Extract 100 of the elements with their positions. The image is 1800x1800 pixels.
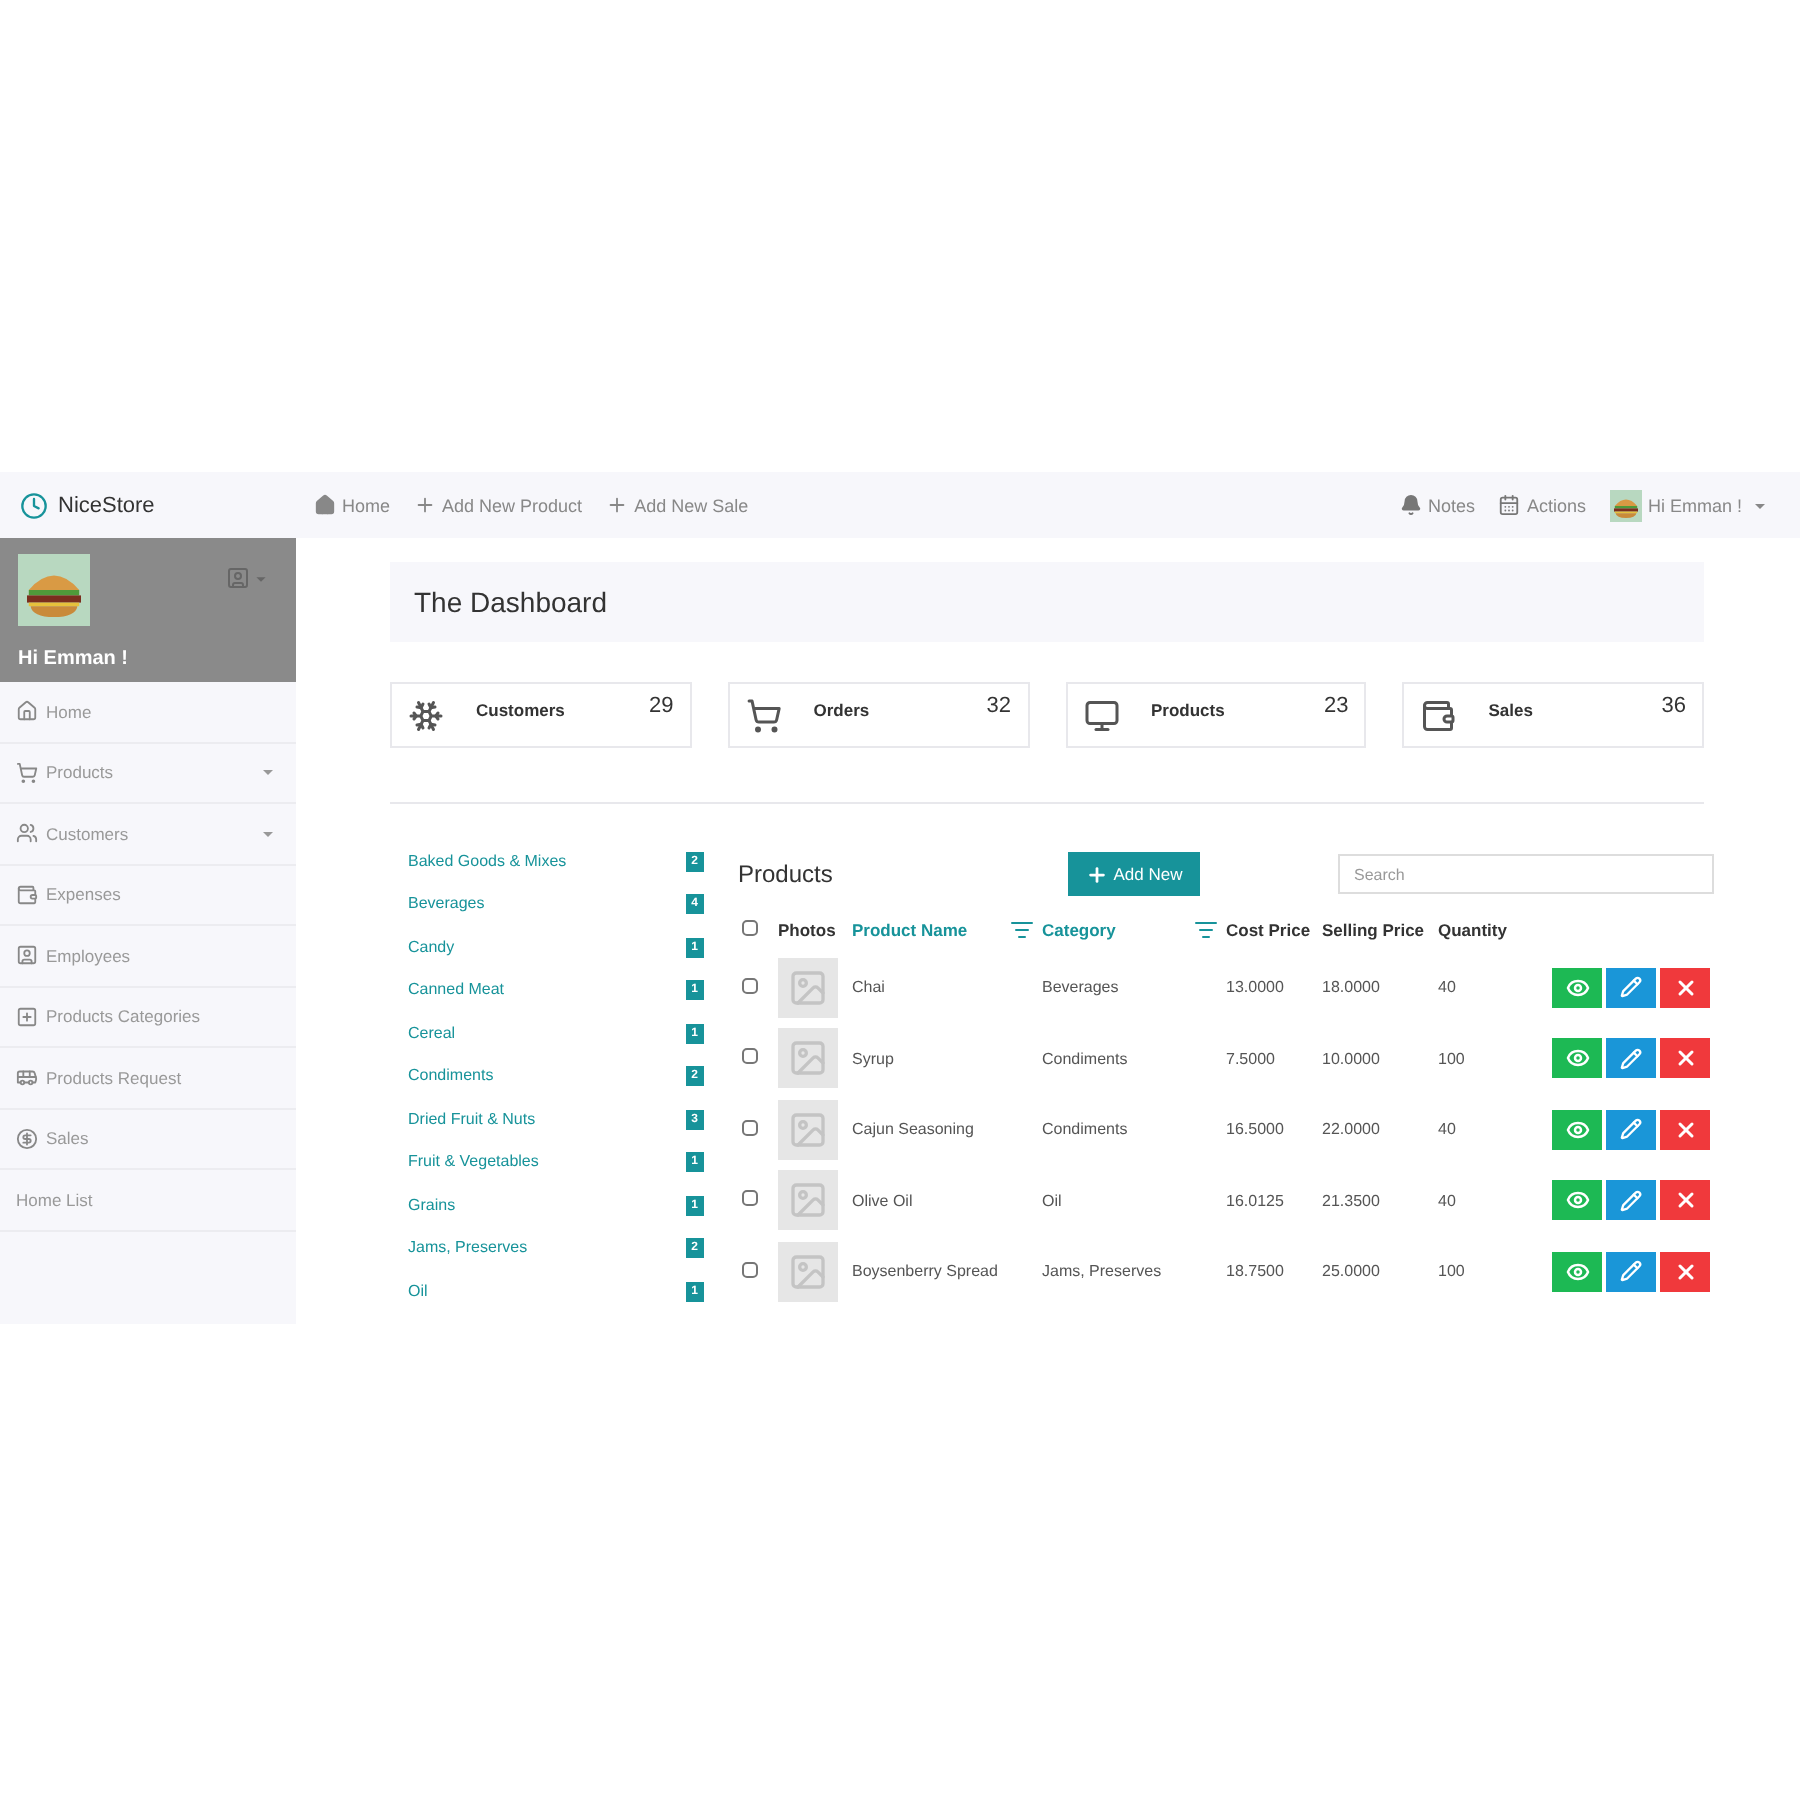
view-button[interactable] [1552, 1251, 1602, 1292]
pencil-icon [1620, 1047, 1642, 1070]
category-link[interactable]: Condiments [408, 1066, 494, 1085]
checkbox[interactable] [742, 977, 758, 994]
view-button[interactable] [1552, 1109, 1602, 1150]
sidebar-item[interactable]: Customers [0, 804, 296, 865]
sidebar-item[interactable]: Expenses [0, 865, 296, 926]
category-link[interactable]: Canned Meat [408, 980, 505, 999]
sidebar-item[interactable]: Sales [0, 1109, 296, 1170]
delete-button[interactable] [1660, 1109, 1710, 1150]
sidebar-item[interactable]: Products [0, 743, 296, 804]
edit-button[interactable] [1606, 1251, 1656, 1292]
calendar-icon [1498, 494, 1521, 516]
table-cell: Condiments [1042, 1120, 1128, 1139]
column-header[interactable]: Product Name [852, 920, 968, 940]
table-cell: Beverages [1042, 978, 1119, 997]
sidebar-item[interactable]: Employees [0, 926, 296, 987]
clock-icon [20, 491, 48, 519]
edit-button[interactable] [1606, 1038, 1656, 1079]
category-link[interactable]: Cereal [408, 1023, 456, 1042]
sidebar-item[interactable]: Products Categories [0, 987, 296, 1048]
top-nav-link[interactable]: Notes [1399, 494, 1475, 516]
edit-button[interactable] [1606, 967, 1656, 1008]
column-header: Photos [778, 920, 836, 940]
table-cell: 10.0000 [1322, 1049, 1380, 1068]
category-link[interactable]: Fruit & Vegetables [408, 1152, 539, 1171]
top-nav-link[interactable]: Actions [1498, 494, 1586, 516]
close-icon [1673, 1117, 1697, 1142]
home-icon [314, 494, 336, 516]
category-link[interactable]: Dried Fruit & Nuts [408, 1109, 536, 1128]
view-button[interactable] [1552, 1038, 1602, 1079]
sidebar-item[interactable]: Home List [0, 1170, 296, 1231]
table-cell: Cajun Seasoning [852, 1120, 974, 1139]
view-button[interactable] [1552, 967, 1602, 1008]
category-link[interactable]: Beverages [408, 894, 485, 913]
column-header[interactable]: Category [1042, 920, 1116, 940]
table-cell: 100 [1438, 1262, 1465, 1281]
edit-button[interactable] [1606, 1109, 1656, 1150]
add-square-icon [16, 1005, 38, 1028]
top-nav-link[interactable]: Add New Sale [606, 494, 749, 516]
add-new-button[interactable]: Add New [1068, 852, 1200, 896]
cart-icon [745, 698, 782, 734]
delete-button[interactable] [1660, 1251, 1710, 1292]
delete-button[interactable] [1660, 1180, 1710, 1221]
top-nav-link[interactable]: Add New Product [414, 494, 583, 516]
category-link[interactable]: Baked Goods & Mixes [408, 852, 567, 870]
search-field[interactable]: Search [1338, 854, 1714, 894]
category-link[interactable]: Jams, Preserves [408, 1238, 528, 1257]
stat-value: 23 [1324, 694, 1349, 718]
eye-icon [1565, 975, 1589, 1000]
home-icon [16, 700, 38, 723]
table-cell: 25.0000 [1322, 1262, 1380, 1281]
stat-value: 32 [986, 694, 1011, 718]
table-cell: 100 [1438, 1049, 1465, 1068]
user-menu[interactable]: Hi Emman ! [1609, 489, 1772, 521]
table-cell: 22.0000 [1322, 1120, 1380, 1139]
category-link[interactable]: Grains [408, 1195, 456, 1214]
snowflake-icon [408, 698, 444, 734]
section-title: Products [738, 860, 835, 888]
pencil-icon [1620, 1260, 1642, 1283]
bus-icon [16, 1066, 38, 1089]
column-header: Selling Price [1322, 920, 1425, 940]
table-cell: Boysenberry Spread [852, 1262, 998, 1281]
eye-icon [1565, 1259, 1589, 1284]
sidebar-item[interactable]: Home [0, 682, 296, 743]
sort-icon[interactable] [1010, 918, 1034, 942]
table-cell: 13.0000 [1226, 978, 1284, 997]
category-link[interactable]: Candy [408, 937, 455, 956]
table-cell: 18.0000 [1322, 978, 1380, 997]
checkbox[interactable] [742, 1119, 758, 1136]
image-placeholder-icon [778, 1099, 838, 1160]
table-cell: Syrup [852, 1049, 894, 1068]
delete-button[interactable] [1660, 967, 1710, 1008]
delete-button[interactable] [1660, 1038, 1710, 1079]
table-cell: 40 [1438, 1191, 1456, 1210]
image-placeholder-icon [778, 1241, 838, 1302]
close-icon [1673, 1259, 1697, 1284]
sidebar-item[interactable]: Products Request [0, 1048, 296, 1109]
checkbox[interactable] [742, 920, 758, 936]
monitor-icon [1083, 698, 1119, 734]
table-cell: Olive Oil [852, 1191, 913, 1210]
stat-value: 29 [649, 694, 674, 718]
table-cell: 40 [1438, 978, 1456, 997]
page-title: The Dashboard [414, 586, 608, 618]
top-nav-link[interactable]: Home [314, 494, 391, 516]
checkbox[interactable] [742, 1190, 758, 1207]
checkbox[interactable] [742, 1261, 758, 1278]
table-cell: Condiments [1042, 1049, 1128, 1068]
table-cell: 7.5000 [1226, 1049, 1275, 1068]
close-icon [1673, 1046, 1697, 1071]
eye-icon [1565, 1188, 1589, 1213]
edit-button[interactable] [1606, 1180, 1656, 1221]
table-cell: Oil [1042, 1191, 1062, 1210]
category-link[interactable]: Oil [408, 1281, 428, 1300]
checkbox[interactable] [742, 1048, 758, 1065]
wallet-icon [1420, 698, 1457, 734]
sort-icon[interactable] [1194, 918, 1218, 942]
view-button[interactable] [1552, 1180, 1602, 1221]
column-header: Quantity [1438, 920, 1507, 940]
plus-icon [1085, 863, 1108, 885]
